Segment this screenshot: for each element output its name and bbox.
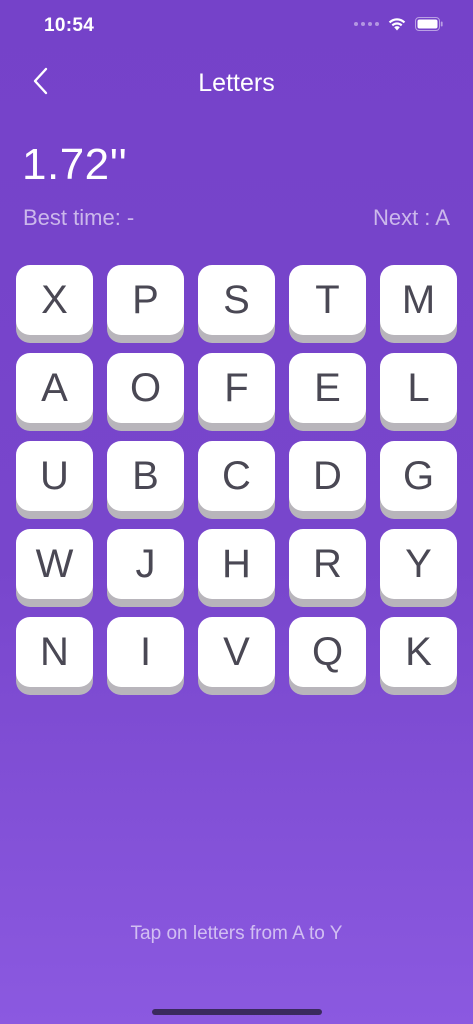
instruction-hint: Tap on letters from A to Y xyxy=(130,923,343,944)
letter-tile[interactable]: P xyxy=(107,265,184,343)
tile-letter: X xyxy=(16,265,93,335)
tile-letter: U xyxy=(16,441,93,511)
letter-tile[interactable]: J xyxy=(107,529,184,607)
letter-tile[interactable]: H xyxy=(198,529,275,607)
letter-tile[interactable]: F xyxy=(198,353,275,431)
tile-letter: V xyxy=(198,617,275,687)
letter-tile[interactable]: S xyxy=(198,265,275,343)
letter-tile[interactable]: Q xyxy=(289,617,366,695)
letter-tile[interactable]: C xyxy=(198,441,275,519)
tile-letter: I xyxy=(107,617,184,687)
letter-tile[interactable]: V xyxy=(198,617,275,695)
letter-grid: X P S T M A O F E L U B C D G W J H R Y … xyxy=(16,265,457,695)
status-icons xyxy=(354,17,443,31)
letter-tile[interactable]: K xyxy=(380,617,457,695)
letter-tile[interactable]: I xyxy=(107,617,184,695)
tile-letter: O xyxy=(107,353,184,423)
tile-letter: K xyxy=(380,617,457,687)
tile-letter: P xyxy=(107,265,184,335)
letter-tile[interactable]: N xyxy=(16,617,93,695)
nav-bar: Letters xyxy=(0,54,473,112)
signal-dots-icon xyxy=(354,22,379,26)
tile-letter: T xyxy=(289,265,366,335)
next-letter: Next : A xyxy=(372,205,450,230)
battery-icon xyxy=(415,17,443,31)
tile-letter: C xyxy=(198,441,275,511)
tile-letter: G xyxy=(380,441,457,511)
tile-letter: L xyxy=(380,353,457,423)
letter-tile[interactable]: L xyxy=(380,353,457,431)
page-title: Letters xyxy=(198,69,275,97)
tile-letter: Y xyxy=(380,529,457,599)
best-time: Best time: - xyxy=(23,205,135,230)
tile-letter: S xyxy=(198,265,275,335)
letter-tile[interactable]: U xyxy=(16,441,93,519)
letter-tile[interactable]: B xyxy=(107,441,184,519)
letter-tile[interactable]: O xyxy=(107,353,184,431)
tile-letter: E xyxy=(289,353,366,423)
tile-letter: Q xyxy=(289,617,366,687)
screen: 10:54 Letters 1.72'' Best time: - Next:… xyxy=(0,0,473,1024)
tile-letter: H xyxy=(198,529,275,599)
tile-letter: M xyxy=(380,265,457,335)
wifi-icon xyxy=(388,18,406,31)
letter-tile[interactable]: Y xyxy=(380,529,457,607)
letter-tile[interactable]: X xyxy=(16,265,93,343)
status-bar: 10:54 xyxy=(0,0,473,54)
letter-tile[interactable]: W xyxy=(16,529,93,607)
tile-letter: F xyxy=(198,353,275,423)
tile-letter: D xyxy=(289,441,366,511)
letter-tile[interactable]: M xyxy=(380,265,457,343)
letter-tile[interactable]: A xyxy=(16,353,93,431)
tile-letter: B xyxy=(107,441,184,511)
letter-tile[interactable]: D xyxy=(289,441,366,519)
tile-letter: J xyxy=(107,529,184,599)
tile-letter: A xyxy=(16,353,93,423)
tile-letter: N xyxy=(16,617,93,687)
letter-tile[interactable]: R xyxy=(289,529,366,607)
letter-tile[interactable]: T xyxy=(289,265,366,343)
letter-tile[interactable]: E xyxy=(289,353,366,431)
tile-letter: R xyxy=(289,529,366,599)
status-time: 10:54 xyxy=(44,15,95,36)
tile-letter: W xyxy=(16,529,93,599)
timer: 1.72'' xyxy=(22,140,128,189)
home-indicator[interactable] xyxy=(152,1009,322,1015)
letter-tile[interactable]: G xyxy=(380,441,457,519)
